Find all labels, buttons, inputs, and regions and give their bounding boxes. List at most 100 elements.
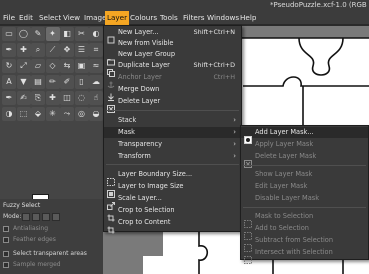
mode-add-button[interactable]	[32, 213, 40, 221]
fuzzy-select-tool-icon[interactable]: ✦	[45, 27, 60, 41]
scissors-tool-icon[interactable]: ✂	[74, 27, 89, 41]
flip-tool-icon[interactable]: ⇆	[60, 59, 74, 73]
new-layer-icon	[107, 29, 115, 44]
handle-transform-tool-icon[interactable]: ⬙	[31, 107, 45, 121]
menu-item-label: New Layer Group	[118, 50, 176, 58]
mask-selection-icon	[244, 213, 252, 228]
menu-item-layer-boundary-size[interactable]: Layer Boundary Size...	[104, 169, 241, 186]
antialiasing-checkbox[interactable]	[3, 226, 9, 232]
pencil-tool-icon[interactable]: ✏	[45, 75, 60, 89]
menu-item-duplicate-layer[interactable]: Duplicate Layer Shift+Ctrl+D	[104, 60, 241, 77]
feather-edges-label: Feather edges	[13, 236, 56, 243]
select-transparent-checkbox[interactable]	[3, 251, 9, 257]
menu-item-scale-layer[interactable]: Scale Layer...	[104, 193, 241, 210]
menu-item-delete-layer-mask[interactable]: Delete Layer Mask	[241, 151, 368, 168]
gradient-tool-icon[interactable]: ▤	[31, 75, 45, 89]
menu-filters[interactable]: Filters	[181, 11, 207, 25]
menu-item-label: Disable Layer Mask	[255, 194, 320, 202]
color-picker-tool-icon[interactable]: ✚	[16, 43, 31, 57]
align-tool-icon[interactable]: ☰	[74, 43, 89, 57]
shear-tool-icon[interactable]: ▱	[31, 59, 45, 73]
menu-item-new-layer-group[interactable]: New Layer Group	[104, 49, 241, 66]
menu-item-merge-down[interactable]: Merge Down	[104, 84, 241, 101]
menu-item-anchor-layer[interactable]: Anchor Layer Ctrl+H	[104, 72, 241, 88]
menu-item-add-layer-mask[interactable]: Add Layer Mask...	[241, 127, 368, 144]
mode-intersect-button[interactable]	[52, 213, 60, 221]
menu-item-label: Transparency	[118, 140, 162, 148]
path-misc-tool-icon[interactable]: ⤳	[60, 107, 74, 121]
menu-item-crop-to-selection[interactable]: Crop to Selection	[104, 205, 241, 222]
menu-colours[interactable]: Colours	[128, 11, 159, 25]
fuzzy-misc-tool-icon[interactable]: ✳	[45, 107, 60, 121]
gegl-tool-icon[interactable]: ◎	[74, 107, 89, 121]
menu-item-stack[interactable]: Stack ›	[104, 115, 241, 126]
menu-layer[interactable]: Layer	[105, 11, 130, 25]
menu-view[interactable]: View	[61, 11, 82, 25]
mypaint-brush-tool-icon[interactable]: ✍	[16, 91, 31, 105]
move-tool-icon[interactable]: ✥	[60, 43, 74, 57]
menu-separator	[106, 164, 239, 165]
menu-windows[interactable]: Windows	[205, 11, 241, 25]
menu-bar: File Edit Select View Image Layer Colours Tools…	[0, 11, 369, 25]
perspective-tool-icon[interactable]: ◇	[45, 59, 60, 73]
text-tool-icon[interactable]: A	[2, 75, 16, 89]
mode-subtract-button[interactable]	[42, 213, 50, 221]
ink-tool-icon[interactable]: ✒	[2, 91, 16, 105]
menu-item-label: Add Layer Mask...	[255, 128, 314, 136]
color-select-tool-icon[interactable]: ◧	[60, 27, 74, 41]
foreground-select-tool-icon[interactable]: ◐	[89, 27, 103, 41]
paintbrush-tool-icon[interactable]: ✐	[60, 75, 74, 89]
warp-tool-icon[interactable]: ≈	[89, 59, 103, 73]
menu-item-delete-layer[interactable]: Delete Layer	[104, 96, 241, 113]
mode-replace-button[interactable]	[22, 213, 30, 221]
menu-tools[interactable]: Tools	[158, 11, 180, 25]
menu-item-add-to-selection[interactable]: Add to Selection	[241, 223, 368, 240]
eraser-tool-icon[interactable]: ▯	[74, 75, 89, 89]
menu-item-disable-layer-mask[interactable]: Disable Layer Mask	[241, 193, 368, 204]
menu-item-show-layer-mask[interactable]: Show Layer Mask	[241, 169, 368, 180]
airbrush-tool-icon[interactable]: ☁	[89, 75, 103, 89]
perspective-clone-tool-icon[interactable]: ◫	[60, 91, 74, 105]
cage-tool-icon[interactable]: ▣	[74, 59, 89, 73]
clone-tool-icon[interactable]: ⎘	[31, 91, 45, 105]
rect-select-tool-icon[interactable]: ▭	[2, 27, 16, 41]
menu-item-label: Show Layer Mask	[255, 170, 313, 178]
ellipse-select-tool-icon[interactable]: ◯	[16, 27, 31, 41]
menu-help[interactable]: Help	[238, 11, 258, 25]
rotate-tool-icon[interactable]: ↻	[2, 59, 16, 73]
menu-item-subtract-from-selection[interactable]: Subtract from Selection	[241, 235, 368, 252]
crop-tool-icon[interactable]: ⌗	[89, 43, 103, 57]
threshold-tool-icon[interactable]: ◒	[89, 107, 103, 121]
feather-edges-checkbox[interactable]	[3, 237, 9, 243]
heal-tool-icon[interactable]: ✚	[45, 91, 60, 105]
menu-item-new-from-visible[interactable]: New from Visible	[104, 38, 241, 49]
sample-merged-checkbox[interactable]	[3, 262, 9, 268]
zoom-tool-icon[interactable]: ⌕	[31, 43, 45, 57]
menu-item-transform[interactable]: Transform ›	[104, 151, 241, 162]
menu-file[interactable]: File	[1, 11, 17, 25]
menu-item-crop-to-content[interactable]: Crop to Content	[104, 217, 241, 234]
duplicate-layer-icon	[107, 62, 115, 77]
menu-item-intersect-with-selection[interactable]: Intersect with Selection	[241, 247, 368, 264]
measure-tool-icon[interactable]: ⟋	[45, 43, 60, 57]
menu-item-label: Delete Layer	[118, 97, 161, 105]
menu-item-layer-to-image-size[interactable]: Layer to Image Size	[104, 181, 241, 198]
menu-item-transparency[interactable]: Transparency ›	[104, 139, 241, 150]
menu-item-mask[interactable]: Mask ›	[104, 127, 241, 138]
menu-item-apply-layer-mask[interactable]: Apply Layer Mask	[241, 139, 368, 150]
menu-item-new-layer[interactable]: New Layer... Shift+Ctrl+N	[104, 27, 241, 44]
paths-tool-icon[interactable]: ✒	[2, 43, 16, 57]
mask-selection-icon	[244, 225, 252, 240]
menu-edit[interactable]: Edit	[17, 11, 35, 25]
free-select-tool-icon[interactable]: ✎	[31, 27, 45, 41]
smudge-tool-icon[interactable]: ☝	[89, 91, 103, 105]
blur-tool-icon[interactable]: ◌	[74, 91, 89, 105]
menu-item-edit-layer-mask[interactable]: Edit Layer Mask	[241, 181, 368, 192]
menu-item-mask-to-selection[interactable]: Mask to Selection	[241, 211, 368, 228]
unified-transform-tool-icon[interactable]: ⬚	[16, 107, 31, 121]
menu-select[interactable]: Select	[37, 11, 63, 25]
dodge-burn-tool-icon[interactable]: ◑	[2, 107, 16, 121]
scale-tool-icon[interactable]: ⤢	[16, 59, 31, 73]
bucket-fill-tool-icon[interactable]: ▼	[16, 75, 31, 89]
sample-merged-label: Sample merged	[13, 261, 61, 268]
